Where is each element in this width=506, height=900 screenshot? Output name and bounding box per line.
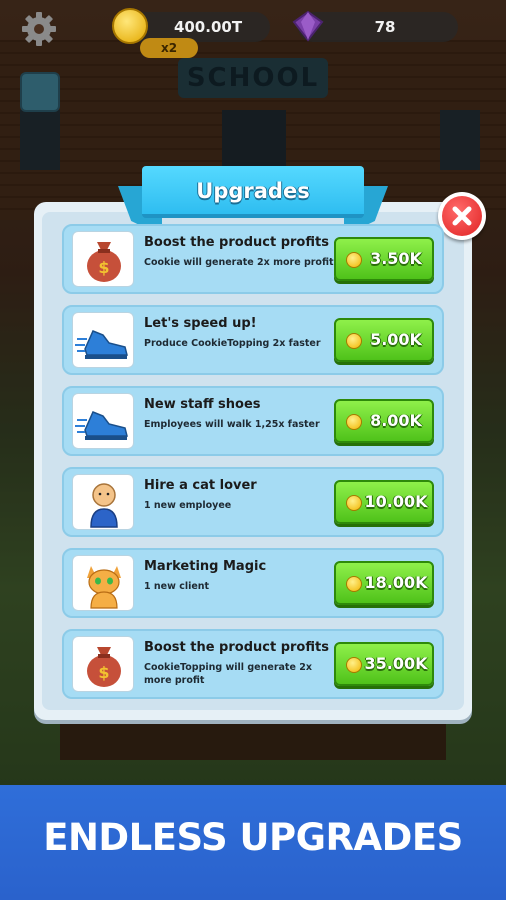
multiplier-badge: x2 — [140, 38, 198, 58]
running-shoe-icon — [72, 393, 134, 449]
money-bag-icon: $ — [72, 636, 134, 692]
buy-upgrade-button[interactable]: 35.00K — [334, 642, 434, 686]
upgrade-price: 8.00K — [370, 411, 422, 430]
svg-text:$: $ — [98, 663, 109, 682]
upgrade-title: Hire a cat lover — [144, 478, 257, 493]
upgrade-row: New staff shoes Employees will walk 1,25… — [62, 386, 444, 456]
upgrade-title: Boost the product profits — [144, 235, 329, 250]
upgrade-title: Boost the product profits — [144, 640, 329, 655]
upgrade-price: 3.50K — [370, 249, 422, 268]
upgrade-description: Employees will walk 1,25x faster — [144, 419, 320, 430]
buy-upgrade-button[interactable]: 10.00K — [334, 480, 434, 524]
upgrade-row: $ Boost the product profits CookieToppin… — [62, 629, 444, 699]
panel-title: Upgrades — [142, 166, 364, 218]
close-x-icon — [442, 196, 482, 236]
upgrade-description: 1 new client — [144, 581, 210, 592]
settings-gear-icon[interactable] — [20, 10, 58, 48]
money-bag-icon: $ — [72, 231, 134, 287]
svg-text:$: $ — [98, 258, 109, 277]
gem-icon — [290, 8, 326, 44]
upgrade-price: 5.00K — [370, 330, 422, 349]
buy-upgrade-button[interactable]: 5.00K — [334, 318, 434, 362]
close-button[interactable] — [438, 192, 486, 240]
buy-upgrade-button[interactable]: 3.50K — [334, 237, 434, 281]
upgrade-row: Marketing Magic 1 new client 18.00K — [62, 548, 444, 618]
upgrade-row: Let's speed up! Produce CookieTopping 2x… — [62, 305, 444, 375]
buy-upgrade-button[interactable]: 18.00K — [334, 561, 434, 605]
person-icon — [72, 474, 134, 530]
upgrade-row: $ Boost the product profits Cookie will … — [62, 224, 444, 294]
upgrade-price: 18.00K — [364, 573, 428, 592]
upgrade-row: Hire a cat lover 1 new employee 10.00K — [62, 467, 444, 537]
cat-icon — [72, 555, 134, 611]
upgrade-description: 1 new employee — [144, 500, 232, 511]
upgrade-description: CookieTopping will generate 2x more prof… — [144, 662, 312, 686]
upgrade-price: 10.00K — [364, 492, 428, 511]
upgrade-price: 35.00K — [364, 654, 428, 673]
side-menu-button[interactable] — [20, 72, 60, 112]
coin-icon — [112, 8, 148, 44]
gems-value: 78 — [374, 18, 396, 36]
upgrade-title: Marketing Magic — [144, 559, 267, 574]
upgrade-description: Cookie will generate 2x more profit — [144, 257, 334, 268]
running-shoe-icon — [72, 312, 134, 368]
promo-banner-text: ENDLESS UPGRADES — [43, 816, 463, 859]
buy-upgrade-button[interactable]: 8.00K — [334, 399, 434, 443]
upgrade-title: Let's speed up! — [144, 316, 257, 331]
upgrade-description: Produce CookieTopping 2x faster — [144, 338, 321, 349]
upgrade-title: New staff shoes — [144, 397, 261, 412]
